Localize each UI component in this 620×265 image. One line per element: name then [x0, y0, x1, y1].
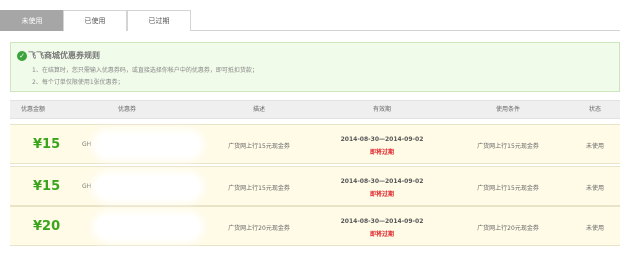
- header-amount: 优惠金额: [20, 106, 46, 113]
- coupon-amount: ¥15: [33, 137, 61, 152]
- coupon-condition: 广货网上行15元现金券: [477, 185, 539, 192]
- table-row: ¥15 GH 广货网上行15元现金券 2014-08-30—2014-09-02…: [10, 124, 620, 164]
- coupon-status: 未使用: [585, 143, 605, 150]
- tab-unused[interactable]: 未使用: [0, 10, 64, 31]
- coupon-tabs: 未使用 已使用 已过期: [0, 10, 620, 31]
- table-row: ¥20 广货网上行20元现金券 2014-08-30—2014-09-02 即将…: [10, 206, 620, 246]
- table-row: ¥15 GH 广货网上行15元现金券 2014-08-30—2014-09-02…: [10, 166, 620, 206]
- redacted-code-mask: [98, 135, 198, 155]
- header-condition: 使用条件: [495, 106, 521, 113]
- coupon-validity-date: 2014-08-30—2014-09-02: [340, 178, 424, 185]
- coupon-validity-date: 2014-08-30—2014-09-02: [340, 218, 424, 225]
- expiring-soon-label: 即将过期: [369, 231, 395, 238]
- tab-used[interactable]: 已使用: [63, 10, 127, 31]
- expiring-soon-label: 即将过期: [369, 149, 395, 156]
- coupon-condition: 广货网上行15元现金券: [477, 143, 539, 150]
- coupon-status: 未使用: [585, 185, 605, 192]
- coupon-description: 广货网上行20元现金券: [228, 225, 290, 232]
- header-validity: 有效期: [372, 106, 392, 113]
- rules-line: 1、在结算时，您只需输入优惠券码，或直接选择你帐户中的优惠券，即可抵扣货款；: [32, 67, 258, 74]
- expiring-soon-label: 即将过期: [369, 191, 395, 198]
- coupon-rules-panel: ✓ 飞飞商城优惠券规则 1、在结算时，您只需输入优惠券码，或直接选择你帐户中的优…: [10, 42, 620, 92]
- coupon-amount: ¥15: [33, 179, 61, 194]
- coupon-validity-date: 2014-08-30—2014-09-02: [340, 136, 424, 143]
- tab-expired[interactable]: 已过期: [127, 10, 191, 31]
- rules-title: 飞飞商城优惠券规则: [28, 51, 100, 60]
- coupon-amount: ¥20: [33, 219, 61, 234]
- rules-line: 2、每个订单仅限使用1张优惠券；: [32, 79, 124, 86]
- coupon-description: 广货网上行15元现金券: [228, 185, 290, 192]
- coupon-status: 未使用: [585, 225, 605, 232]
- coupon-condition: 广货网上行20元现金券: [477, 225, 539, 232]
- check-circle-icon: ✓: [17, 51, 27, 61]
- coupon-code: GH: [82, 183, 92, 190]
- header-status: 状态: [588, 106, 602, 113]
- redacted-code-mask: [98, 177, 198, 197]
- header-description: 描述: [252, 106, 266, 113]
- coupon-description: 广货网上行15元现金券: [228, 143, 290, 150]
- header-coupon: 优惠券: [117, 106, 137, 113]
- coupon-code: GH: [82, 141, 92, 148]
- redacted-code-mask: [98, 217, 198, 237]
- table-header: 优惠金额 优惠券 描述 有效期 使用条件 状态: [10, 100, 620, 119]
